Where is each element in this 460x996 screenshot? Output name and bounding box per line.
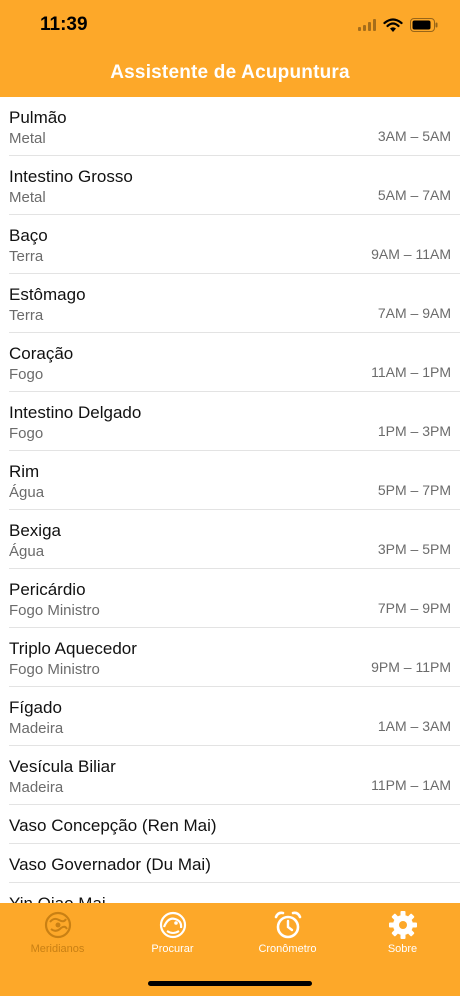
list-item[interactable]: Vesícula Biliar Madeira 11PM – 1AM [9,746,460,805]
vessel-name: Vaso Governador (Du Mai) [9,855,211,874]
alarm-clock-icon [274,911,301,939]
list-item[interactable]: Fígado Madeira 1AM – 3AM [9,687,460,746]
meridian-name: Vesícula Biliar [9,757,116,776]
page-title: Assistente de Acupuntura [110,62,350,83]
search-dragon-icon [159,911,186,939]
meridian-element: Madeira [9,720,64,737]
meridian-name: Fígado [9,698,62,717]
meridian-name: Baço [9,226,48,245]
list-item[interactable]: Yin Qiao Mai [9,883,460,903]
meridian-list[interactable]: Pulmão Metal 3AM – 5AM Intestino Grosso … [0,97,460,903]
tab-label: Procurar [151,943,194,955]
wifi-icon [383,17,403,32]
meridian-time: 7AM – 9AM [377,305,451,321]
meridian-time: 3AM – 5AM [377,128,451,144]
gear-icon [388,911,417,939]
list-item[interactable]: Estômago Terra 7AM – 9AM [9,274,460,333]
meridian-name: Intestino Grosso [9,167,133,186]
meridian-element: Metal [9,189,46,206]
meridian-element: Metal [9,130,46,147]
list-item[interactable]: Rim Água 5PM – 7PM [9,451,460,510]
meridian-name: Triplo Aquecedor [9,639,137,658]
meridian-time: 5AM – 7AM [377,187,451,203]
list-item[interactable]: Triplo Aquecedor Fogo Ministro 9PM – 11P… [9,628,460,687]
meridians-icon [44,911,71,939]
meridian-time: 1AM – 3AM [377,718,451,734]
tab-bar: Meridianos Procurar Cronômetro Sobre [0,903,460,996]
tab-meridianos[interactable]: Meridianos [0,903,115,963]
meridian-element: Água [9,543,45,560]
list-item[interactable]: Coração Fogo 11AM – 1PM [9,333,460,392]
meridian-time: 1PM – 3PM [377,423,451,439]
battery-icon [410,18,438,32]
tab-cronometro[interactable]: Cronômetro [230,903,345,963]
list-item[interactable]: Intestino Grosso Metal 5AM – 7AM [9,156,460,215]
meridian-name: Estômago [9,285,86,304]
meridian-time: 9PM – 11PM [371,659,451,675]
list-item[interactable]: Vaso Governador (Du Mai) [9,844,460,883]
cellular-signal-icon [358,19,376,31]
list-item[interactable]: Pericárdio Fogo Ministro 7PM – 9PM [9,569,460,628]
meridian-time: 5PM – 7PM [377,482,451,498]
status-icons [358,14,438,36]
status-time: 11:39 [40,14,88,35]
meridian-name: Pericárdio [9,580,86,599]
meridian-name: Rim [9,462,40,481]
tab-label: Meridianos [30,943,85,955]
meridian-name: Coração [9,344,74,363]
meridian-element: Fogo [9,425,44,442]
vessel-name: Yin Qiao Mai [9,894,106,903]
tab-procurar[interactable]: Procurar [115,903,230,963]
meridian-element: Fogo Ministro [9,661,100,678]
tab-sobre[interactable]: Sobre [345,903,460,963]
list-item[interactable]: Pulmão Metal 3AM – 5AM [9,97,460,156]
meridian-time: 9AM – 11AM [371,246,451,262]
tab-label: Sobre [387,943,418,955]
meridian-time: 7PM – 9PM [377,600,451,616]
meridian-element: Terra [9,248,44,265]
meridian-time: 11PM – 1AM [371,777,451,793]
tab-label: Cronômetro [258,943,317,955]
list-item[interactable]: Intestino Delgado Fogo 1PM – 3PM [9,392,460,451]
meridian-element: Terra [9,307,44,324]
meridian-element: Madeira [9,779,64,796]
list-item[interactable]: Bexiga Água 3PM – 5PM [9,510,460,569]
meridian-element: Fogo [9,366,44,383]
meridian-name: Intestino Delgado [9,403,142,422]
nav-header: 11:39 Assistente de Acupuntura [0,0,460,97]
list-item[interactable]: Vaso Concepção (Ren Mai) [9,805,460,844]
vessel-name: Vaso Concepção (Ren Mai) [9,816,217,835]
meridian-name: Bexiga [9,521,61,540]
list-item[interactable]: Baço Terra 9AM – 11AM [9,215,460,274]
meridian-time: 11AM – 1PM [371,364,451,380]
meridian-element: Água [9,484,45,501]
meridian-name: Pulmão [9,108,67,127]
meridian-time: 3PM – 5PM [377,541,451,557]
home-indicator[interactable] [148,981,312,986]
meridian-element: Fogo Ministro [9,602,100,619]
